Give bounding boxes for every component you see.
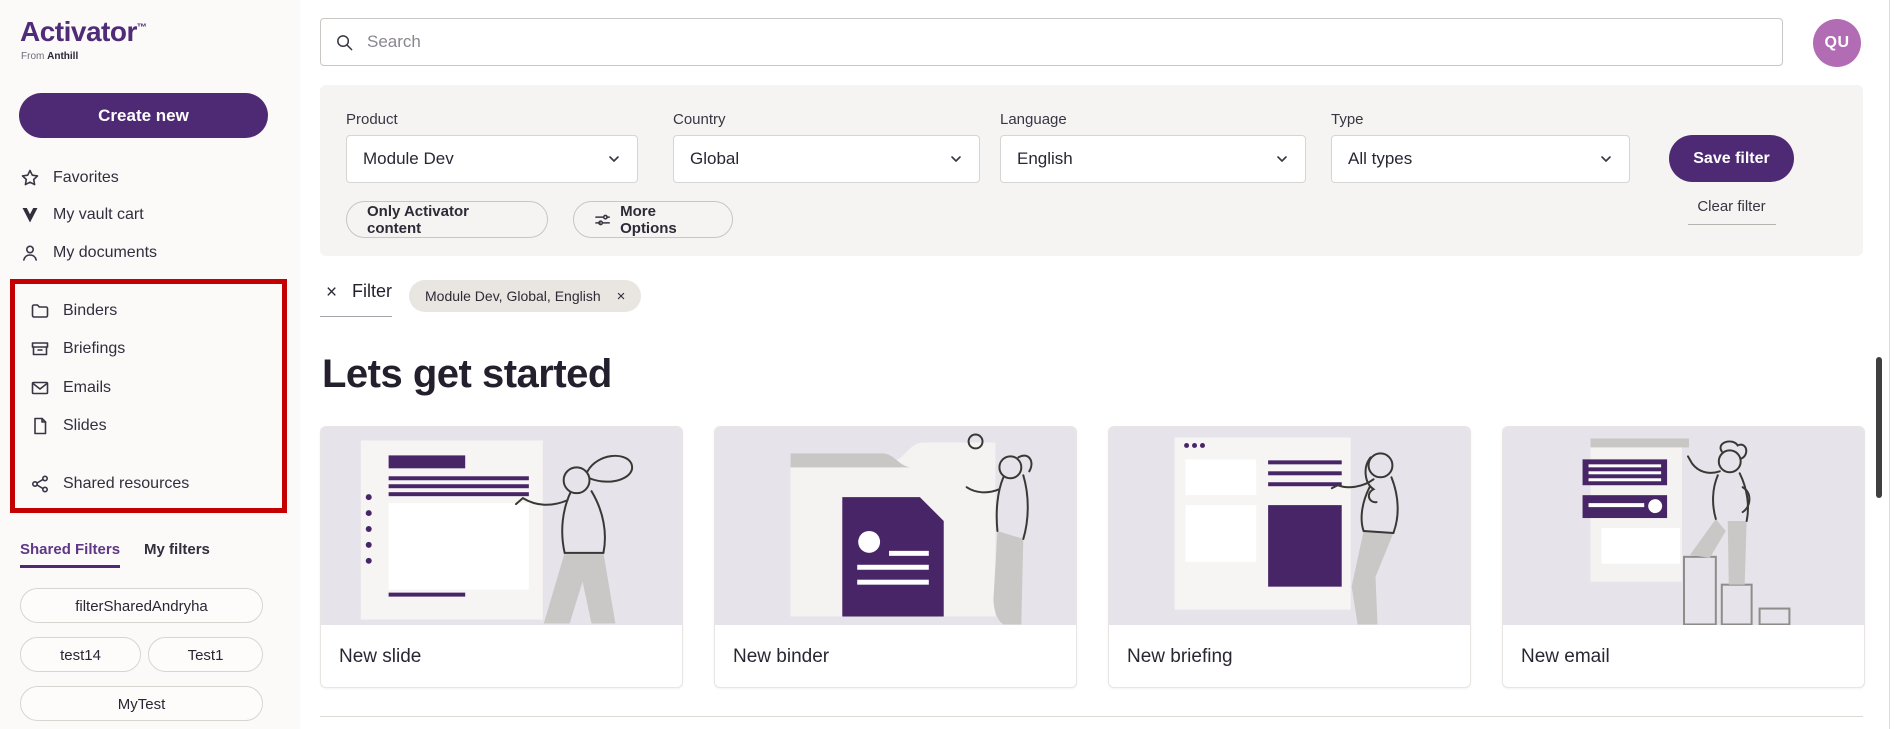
sidebar-item-label: My vault cart (53, 206, 144, 224)
page-title: Lets get started (322, 352, 612, 397)
new-briefing-card[interactable]: New briefing (1108, 426, 1471, 688)
chevron-down-icon (949, 152, 963, 166)
vault-icon (20, 205, 40, 225)
new-email-illustration (1503, 427, 1864, 625)
sidebar-item-my-documents[interactable]: My documents (20, 238, 157, 268)
type-select[interactable]: All types (1331, 135, 1630, 183)
language-label: Language (1000, 111, 1067, 128)
activator-app: Activator™ From Anthill Create new Favor… (0, 0, 1895, 729)
language-select[interactable]: English (1000, 135, 1306, 183)
scrollbar-thumb[interactable] (1876, 357, 1882, 498)
sidebar-item-label: Emails (63, 379, 111, 397)
sidebar-item-label: Shared resources (63, 475, 189, 493)
red-annotation-box: Binders Briefings Emails Slides Shared r… (10, 279, 287, 513)
saved-filter-pill[interactable]: Test1 (148, 637, 263, 672)
product-label: Product (346, 111, 398, 128)
filter-panel: Product Country Language Type Module Dev… (320, 85, 1863, 256)
product-value: Module Dev (363, 149, 454, 169)
star-icon (20, 168, 40, 188)
more-options-chip[interactable]: More Options (573, 201, 733, 238)
new-briefing-illustration (1109, 427, 1470, 625)
tagline-from: From (21, 51, 44, 62)
saved-filter-pill[interactable]: filterSharedAndryha (20, 588, 263, 623)
sidebar-item-label: Slides (63, 417, 107, 435)
sidebar-item-label: Favorites (53, 169, 119, 187)
sidebar-item-binders[interactable]: Binders (30, 296, 117, 326)
chip-label: Only Activator content (367, 203, 527, 237)
tagline-company: Anthill (47, 51, 78, 62)
save-filter-button[interactable]: Save filter (1669, 135, 1794, 182)
card-label: New email (1503, 625, 1864, 668)
chevron-down-icon (1599, 152, 1613, 166)
filter-bar-underline (320, 316, 392, 317)
country-label: Country (673, 111, 726, 128)
card-label: New slide (321, 625, 682, 668)
envelope-icon (30, 378, 50, 398)
sidebar-item-label: My documents (53, 244, 157, 262)
card-label: New briefing (1109, 625, 1470, 668)
search-input[interactable] (365, 31, 1782, 53)
new-slide-card[interactable]: New slide (320, 426, 683, 688)
country-select[interactable]: Global (673, 135, 980, 183)
sidebar-item-emails[interactable]: Emails (30, 373, 111, 403)
type-label: Type (1331, 111, 1364, 128)
archive-icon (30, 339, 50, 359)
new-binder-card[interactable]: New binder (714, 426, 1077, 688)
clear-all-filters-icon[interactable]: × (326, 283, 337, 302)
filter-tabs: Shared Filters My filters (20, 541, 210, 568)
quick-create-cards: New slide (320, 426, 1865, 688)
section-divider (320, 716, 1863, 717)
sidebar: Activator™ From Anthill Create new Favor… (0, 0, 300, 729)
person-icon (20, 243, 40, 263)
sidebar-item-slides[interactable]: Slides (30, 411, 107, 441)
search-icon (335, 33, 354, 52)
scrollbar-track (1889, 0, 1890, 729)
chevron-down-icon (1275, 152, 1289, 166)
sidebar-item-label: Binders (63, 302, 117, 320)
active-filter-chip[interactable]: Module Dev, Global, English × (409, 280, 641, 312)
active-filter-chip-label: Module Dev, Global, English (425, 288, 601, 304)
share-icon (30, 474, 50, 494)
create-new-button[interactable]: Create new (19, 93, 268, 138)
new-slide-illustration (321, 427, 682, 625)
trademark: ™ (137, 23, 147, 34)
card-label: New binder (715, 625, 1076, 668)
chip-label: More Options (620, 203, 712, 237)
sidebar-item-favorites[interactable]: Favorites (20, 163, 119, 193)
type-value: All types (1348, 149, 1412, 169)
only-activator-content-chip[interactable]: Only Activator content (346, 201, 548, 238)
sidebar-item-my-vault-cart[interactable]: My vault cart (20, 200, 144, 230)
saved-filter-pill[interactable]: MyTest (20, 686, 263, 721)
search-bar (320, 18, 1783, 66)
product-select[interactable]: Module Dev (346, 135, 638, 183)
logo-tagline: From Anthill (21, 51, 78, 62)
clear-filter-button[interactable]: Clear filter (1669, 198, 1794, 215)
tab-my-filters[interactable]: My filters (144, 541, 210, 568)
file-icon (30, 416, 50, 436)
new-binder-illustration (715, 427, 1076, 625)
language-value: English (1017, 149, 1073, 169)
country-value: Global (690, 149, 739, 169)
clear-filter-underline (1688, 224, 1776, 225)
filter-bar-label: Filter (352, 281, 392, 302)
new-email-card[interactable]: New email (1502, 426, 1865, 688)
remove-filter-icon[interactable]: × (617, 288, 626, 305)
avatar[interactable]: QU (1813, 19, 1861, 67)
chevron-down-icon (607, 152, 621, 166)
folder-icon (30, 301, 50, 321)
tab-shared-filters[interactable]: Shared Filters (20, 541, 120, 568)
logo-text: Activator (20, 16, 137, 47)
sidebar-item-label: Briefings (63, 340, 125, 358)
app-logo: Activator™ (20, 16, 146, 48)
tune-icon (594, 211, 611, 229)
saved-filter-pill[interactable]: test14 (20, 637, 141, 672)
sidebar-item-shared-resources[interactable]: Shared resources (30, 469, 189, 499)
sidebar-item-briefings[interactable]: Briefings (30, 334, 125, 364)
